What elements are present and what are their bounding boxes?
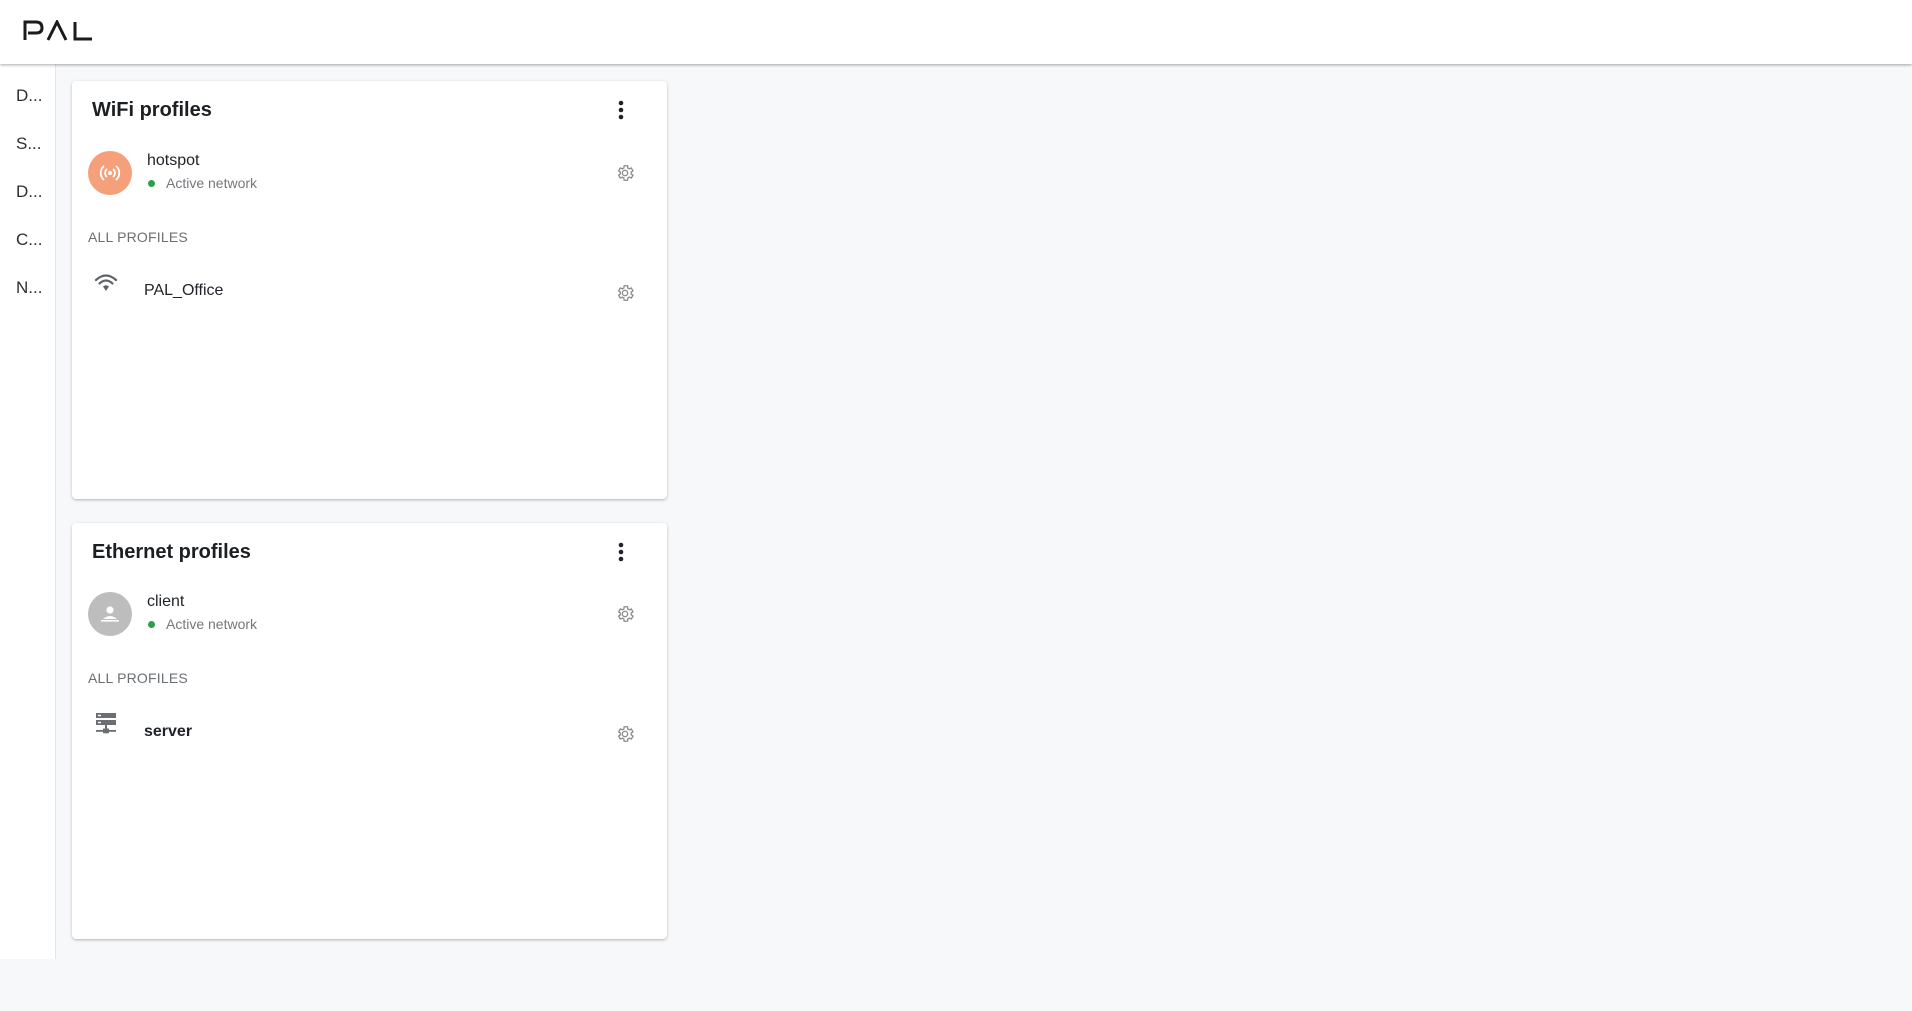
client-settings-gear-icon[interactable] bbox=[614, 603, 636, 625]
active-ethernet-name[interactable]: client bbox=[147, 593, 184, 611]
wifi-all-profiles-label: ALL PROFILES bbox=[88, 229, 188, 245]
client-avatar bbox=[88, 592, 132, 636]
server-icon bbox=[94, 712, 118, 736]
sidebar-item-5[interactable]: N... bbox=[16, 278, 46, 298]
sidebar-nav: D... S... D... C... N... bbox=[0, 64, 56, 959]
sidebar-item-4[interactable]: C... bbox=[16, 230, 46, 250]
ethernet-client-icon bbox=[101, 606, 119, 622]
ethernet-profiles-card: Ethernet profiles client Active network … bbox=[72, 523, 667, 939]
hotspot-avatar bbox=[88, 151, 132, 195]
active-wifi-name[interactable]: hotspot bbox=[147, 152, 199, 170]
ethernet-all-profiles-label: ALL PROFILES bbox=[88, 670, 188, 686]
ethernet-card-title: Ethernet profiles bbox=[92, 541, 251, 563]
wifi-profiles-card: WiFi profiles hotspot Active network ALL… bbox=[72, 81, 667, 499]
wifi-more-options-icon[interactable] bbox=[608, 97, 634, 123]
ethernet-profile-server[interactable]: server bbox=[144, 723, 192, 741]
hotspot-icon bbox=[99, 165, 121, 181]
wifi-status-text: Active network bbox=[166, 175, 258, 191]
active-status-dot bbox=[148, 179, 155, 187]
hotspot-settings-gear-icon[interactable] bbox=[614, 162, 636, 184]
sidebar-item-3[interactable]: D... bbox=[16, 182, 46, 202]
wifi-card-title: WiFi profiles bbox=[92, 99, 212, 121]
wifi-profile-pal-office[interactable]: PAL_Office bbox=[144, 282, 223, 300]
ethernet-more-options-icon[interactable] bbox=[608, 539, 634, 565]
sidebar-item-2[interactable]: S... bbox=[16, 134, 46, 154]
active-status-dot bbox=[148, 620, 155, 628]
wifi-status: Active network bbox=[148, 175, 257, 191]
ethernet-status-text: Active network bbox=[166, 616, 258, 632]
ethernet-status: Active network bbox=[148, 616, 257, 632]
top-app-bar bbox=[0, 0, 1912, 64]
sidebar-item-1[interactable]: D... bbox=[16, 86, 46, 106]
wifi-icon bbox=[94, 271, 118, 295]
pal-logo[interactable] bbox=[22, 20, 94, 42]
server-settings-gear-icon[interactable] bbox=[614, 723, 636, 745]
pal-office-settings-gear-icon[interactable] bbox=[614, 282, 636, 304]
